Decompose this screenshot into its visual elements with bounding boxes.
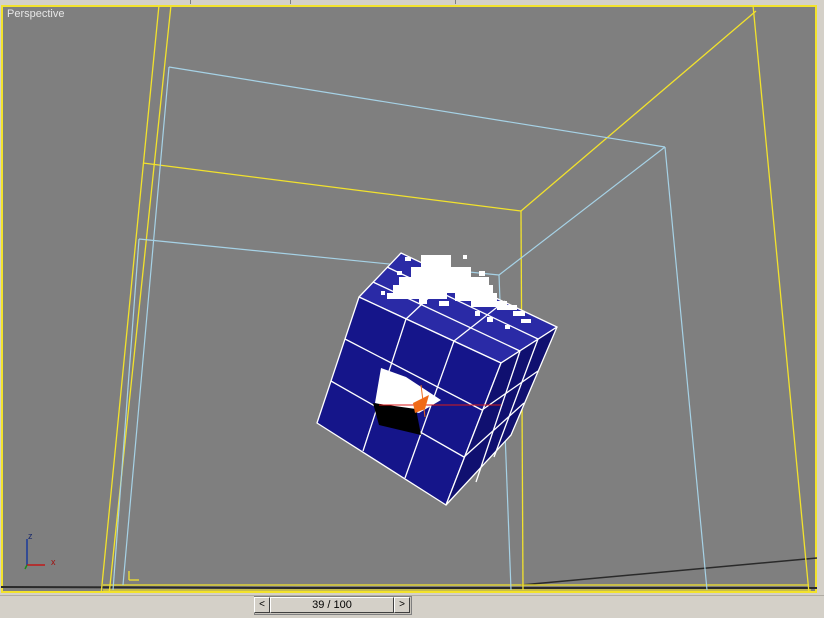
prev-frame-button[interactable]: < [254,597,270,613]
axis-x-label: x [51,557,56,567]
toolbar-separator [190,0,191,4]
ground-edge [1,586,817,589]
perspective-viewport[interactable]: Perspective z x [1,5,817,593]
ground-edge [520,557,817,586]
time-slider-thumb[interactable]: 39 / 100 [270,597,394,613]
axis-tripod-icon [24,539,45,570]
toolbar-separator [290,0,291,4]
time-slider-bar: < 39 / 100 > [0,595,824,618]
toolbar-separator [455,0,456,4]
viewport-scene [1,5,817,593]
viewport-label[interactable]: Perspective [7,8,64,20]
axis-z-label: z [28,531,33,541]
next-frame-button[interactable]: > [394,597,410,613]
